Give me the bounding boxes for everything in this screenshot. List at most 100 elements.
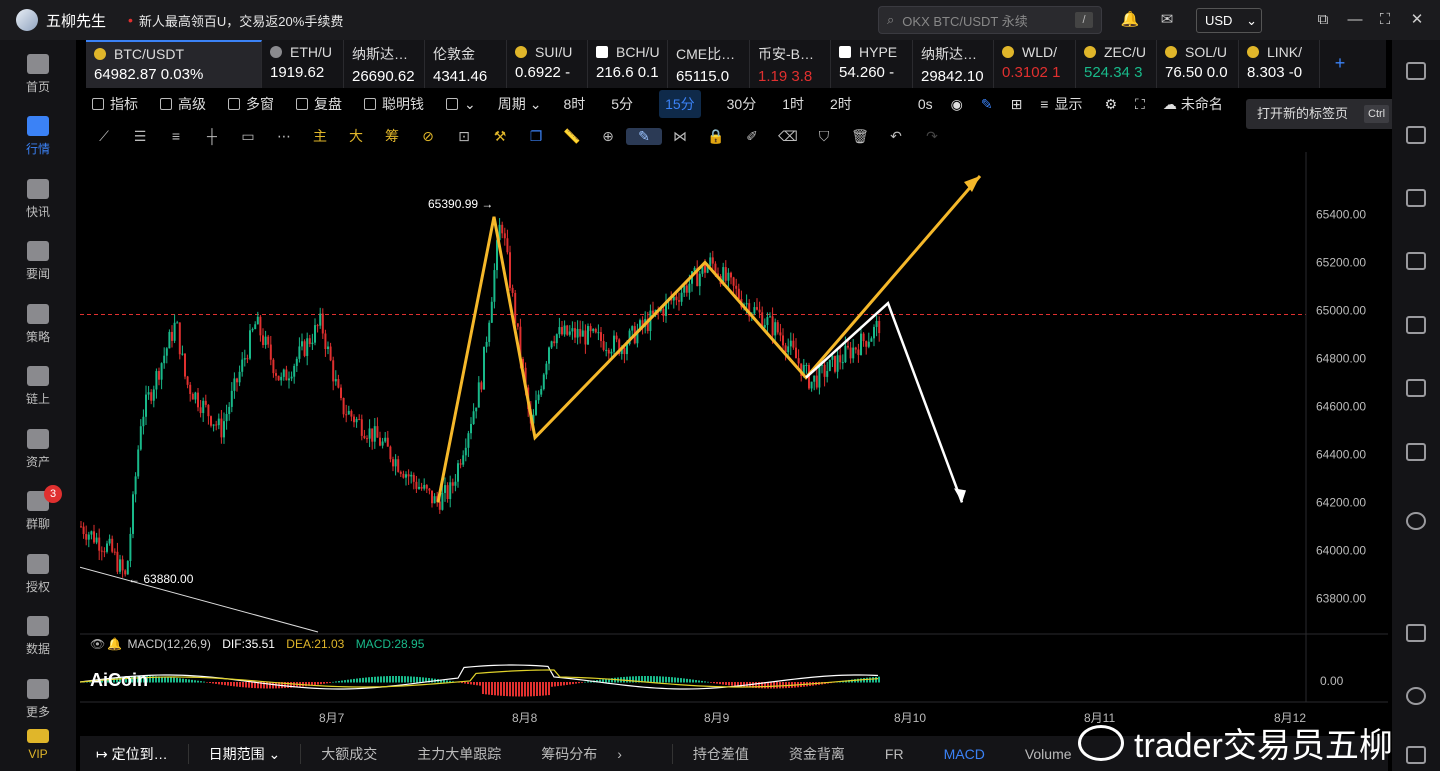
note-icon[interactable]: ✐ — [734, 128, 770, 145]
locate-button[interactable]: ↦ 定位到… — [96, 744, 168, 764]
large-trades-tab[interactable]: 大额成交 — [321, 744, 377, 764]
search-input[interactable]: ⌕ OKX BTC/USDT 永续 / — [878, 6, 1102, 34]
date-range-button[interactable]: 日期范围 ⌄ — [209, 744, 281, 764]
advanced-button[interactable]: 高级 — [160, 94, 206, 114]
nav-data[interactable]: 数据 — [0, 616, 76, 657]
fund-divergence-tab[interactable]: 资金背离 — [789, 744, 845, 764]
smart-money-button[interactable]: 聪明钱 — [364, 94, 424, 114]
trend-icon[interactable] — [1406, 252, 1426, 270]
add-window-icon[interactable]: ⊞ — [1011, 96, 1023, 113]
ticker-tab[interactable]: BCH/U 216.6 0.1 — [588, 40, 668, 88]
indicators-button[interactable]: 指标 — [92, 94, 138, 114]
multiwindow-button[interactable]: 多窗 — [228, 94, 274, 114]
filter-icon[interactable]: ⛉ — [806, 128, 842, 145]
fib-icon[interactable]: ☰ — [122, 128, 158, 145]
zoom-icon[interactable]: ⊕ — [590, 128, 626, 145]
ticker-tab[interactable]: 纳斯达… 29842.10 — [913, 40, 994, 88]
redo-icon[interactable]: ↷ — [914, 128, 950, 145]
minimize-icon[interactable]: — — [1345, 10, 1365, 30]
undo-icon[interactable]: ↶ — [878, 128, 914, 145]
chart-type-button[interactable]: ⌄ — [446, 96, 476, 113]
nav-flash[interactable]: 快讯 — [0, 179, 76, 220]
ticker-tab[interactable]: LINK/8.303 -0 — [1239, 40, 1320, 88]
camera-icon[interactable]: ◉ — [951, 96, 963, 113]
scan-icon[interactable]: ⊡ — [446, 128, 482, 145]
main-force-tool[interactable]: 主 — [302, 126, 338, 146]
ticker-tab[interactable]: 币安-B… 1.19 3.8 — [750, 40, 831, 88]
ticker-tab[interactable]: ETH/U 1919.62 — [262, 40, 344, 88]
display-button[interactable]: ≡ 显示 — [1040, 94, 1082, 114]
timeframe-30m[interactable]: 30分 — [727, 94, 757, 114]
large-order-tool[interactable]: 大 — [338, 126, 374, 146]
chips-tool[interactable]: 筹 — [374, 126, 410, 146]
timeframe-1h[interactable]: 1时 — [782, 94, 804, 114]
ticker-tab[interactable]: 伦敦金 4341.46 — [425, 40, 507, 88]
timeframe-8h[interactable]: 8时 — [563, 94, 585, 114]
copy-icon[interactable]: ❐ — [518, 128, 554, 145]
monitor-icon[interactable] — [1406, 316, 1426, 334]
settings-icon[interactable]: ⚙ — [1104, 96, 1117, 113]
exchange-icon[interactable] — [1406, 512, 1426, 530]
macd-tab[interactable]: MACD — [944, 746, 985, 762]
trendline-icon[interactable]: ⟋ — [86, 128, 122, 145]
nav-onchain[interactable]: 链上 — [0, 366, 76, 407]
orderbook-icon[interactable] — [1406, 126, 1426, 144]
price-chart[interactable]: 63800.00 64000.00 64200.00 64400.00 64600.00… — [79, 152, 1388, 736]
lock-icon[interactable]: 🔒 — [698, 128, 734, 145]
replay-button[interactable]: 复盘 — [296, 94, 342, 114]
nav-groupchat[interactable]: 3 群聊 — [0, 485, 76, 532]
nav-vip[interactable]: VIP — [0, 729, 76, 761]
rectangle-icon[interactable]: ▭ — [230, 128, 266, 145]
ticker-tab[interactable]: SOL/U 76.50 0.0 — [1157, 40, 1239, 88]
promo-text[interactable]: 新人最高领百U，交易返20%手续费 — [139, 11, 343, 30]
maximize-icon[interactable]: ⛶ — [1375, 10, 1395, 30]
ticker-tab[interactable]: WLD/0.3102 1 — [994, 40, 1076, 88]
ticker-tab[interactable]: SUI/U 0.6922 - — [507, 40, 588, 88]
chevron-right-icon[interactable]: › — [617, 746, 622, 762]
ticker-tab[interactable]: CME比… 65115.0 — [668, 40, 750, 88]
fr-tab[interactable]: FR — [885, 746, 904, 762]
timeframe-2h[interactable]: 2时 — [830, 94, 852, 114]
promo-banner[interactable]: • 新人最高领百U，交易返20%手续费 — [128, 11, 343, 30]
eraser-icon[interactable]: ⌫ — [770, 128, 806, 145]
layout-icon[interactable] — [1406, 624, 1426, 642]
new-tab-button[interactable]: + — [1320, 40, 1360, 88]
bell-icon[interactable]: 🔔 — [107, 637, 122, 651]
draw-mode-icon[interactable]: ✎ — [626, 127, 662, 145]
horizontal-line-icon[interactable]: ┼ — [194, 128, 230, 144]
dollar-icon[interactable] — [1406, 189, 1426, 207]
mail-icon[interactable]: ✉ — [1157, 10, 1177, 30]
ticker-tab[interactable]: ZEC/U 524.34 3 — [1076, 40, 1157, 88]
nav-auth[interactable]: 授权 — [0, 554, 76, 595]
nav-strategy[interactable]: 策略 — [0, 304, 76, 345]
headset-icon[interactable] — [1406, 687, 1426, 705]
ticker-tab[interactable]: HYPE 54.260 - — [831, 40, 913, 88]
oi-diff-tab[interactable]: 持仓差值 — [693, 744, 749, 764]
trash-icon[interactable]: 🗑 — [842, 128, 878, 145]
signal-icon[interactable]: ⊘ — [410, 128, 446, 145]
close-icon[interactable]: ✕ — [1407, 10, 1427, 30]
bell-icon[interactable]: 🔔 — [1120, 10, 1140, 30]
ticker-tab[interactable]: 纳斯达… 26690.62 — [344, 40, 425, 88]
currency-select[interactable]: USD ⌄ — [1196, 8, 1262, 33]
pencil-icon[interactable]: ✎ — [981, 96, 993, 113]
volume-tab[interactable]: Volume — [1025, 746, 1072, 762]
more-tools-icon[interactable]: ⋯ — [266, 128, 302, 145]
nav-assets[interactable]: 资产 — [0, 429, 76, 470]
ticker-tab[interactable]: BTC/USDT 64982.87 0.03% — [86, 40, 262, 88]
layout-button[interactable]: ☁ 未命名 — [1163, 94, 1223, 114]
fullscreen-icon[interactable]: ⛶ — [1135, 96, 1145, 113]
period-button[interactable]: 周期 ⌄ — [498, 94, 542, 114]
magnet-icon[interactable]: ⋈ — [662, 128, 698, 145]
nav-home[interactable]: 首页 — [0, 54, 76, 95]
channel-icon[interactable]: ≡ — [158, 128, 194, 144]
bot-icon[interactable] — [1406, 443, 1426, 461]
nav-headlines[interactable]: 要闻 — [0, 241, 76, 282]
big-order-tab[interactable]: 主力大单跟踪 — [417, 744, 501, 764]
nav-market[interactable]: 行情 — [0, 116, 76, 157]
nav-more[interactable]: 更多 — [0, 679, 76, 720]
etf-icon[interactable] — [1406, 379, 1426, 397]
eye-icon[interactable]: 👁 — [90, 637, 105, 651]
wand-icon[interactable]: ⚒ — [482, 128, 518, 145]
watchlist-icon[interactable] — [1406, 62, 1426, 80]
